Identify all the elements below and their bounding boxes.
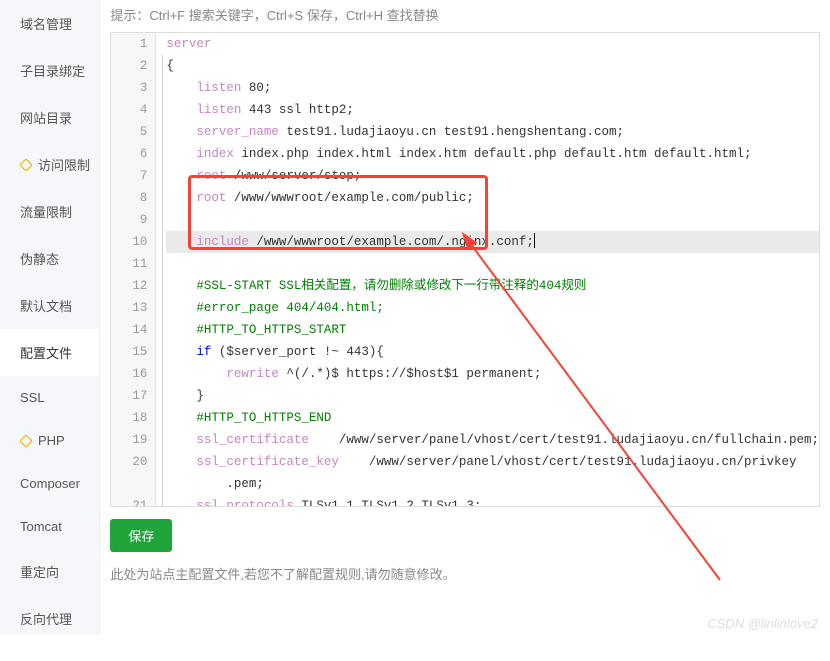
code-line[interactable]: include /www/wwwroot/example.com/.nginx.…: [166, 231, 819, 253]
code-line[interactable]: {: [166, 55, 819, 77]
line-number: 7: [111, 165, 147, 187]
sidebar-item-label: 网站目录: [20, 108, 72, 127]
line-number: 21: [111, 495, 147, 507]
line-number: 1: [111, 33, 147, 55]
sidebar-item-label: 域名管理: [20, 14, 72, 33]
code-line[interactable]: server_name test91.ludajiaoyu.cn test91.…: [166, 121, 819, 143]
sidebar-item-12[interactable]: 重定向: [0, 548, 99, 595]
diamond-icon: [20, 435, 32, 447]
code-line[interactable]: #HTTP_TO_HTTPS_END: [166, 407, 819, 429]
sidebar-item-0[interactable]: 域名管理: [0, 0, 99, 47]
line-number: 11: [111, 253, 147, 275]
code-line[interactable]: ssl_certificate_key /www/server/panel/vh…: [166, 451, 819, 473]
sidebar-item-10[interactable]: Composer: [0, 462, 99, 505]
code-line[interactable]: #error_page 404/404.html;: [166, 297, 819, 319]
code-line[interactable]: index index.php index.html index.htm def…: [166, 143, 819, 165]
line-number: 18: [111, 407, 147, 429]
sidebar-item-label: 流量限制: [20, 202, 72, 221]
line-number: [111, 473, 147, 495]
sidebar-item-label: 子目录绑定: [20, 61, 85, 80]
code-line[interactable]: ssl_certificate /www/server/panel/vhost/…: [166, 429, 819, 451]
line-number: 12: [111, 275, 147, 297]
code-line[interactable]: listen 80;: [166, 77, 819, 99]
diamond-icon: [20, 159, 32, 171]
sidebar-item-label: 重定向: [20, 562, 59, 581]
sidebar-item-1[interactable]: 子目录绑定: [0, 47, 99, 94]
line-number: 6: [111, 143, 147, 165]
sidebar-item-label: 配置文件: [20, 343, 72, 362]
line-number: 2: [111, 55, 147, 77]
sidebar-item-label: 访问限制: [38, 155, 90, 174]
line-gutter: 123456789101112131415161718192021: [111, 33, 156, 506]
code-line[interactable]: listen 443 ssl http2;: [166, 99, 819, 121]
sidebar-item-9[interactable]: PHP: [0, 419, 99, 462]
watermark: CSDN @linlinlove2: [707, 616, 818, 631]
code-line[interactable]: #HTTP_TO_HTTPS_START: [166, 319, 819, 341]
sidebar-item-4[interactable]: 流量限制: [0, 188, 99, 235]
save-button[interactable]: 保存: [110, 519, 172, 552]
sidebar-item-6[interactable]: 默认文档: [0, 282, 99, 329]
code-line[interactable]: server: [166, 33, 819, 55]
sidebar-item-label: 反向代理: [20, 609, 72, 628]
footer-note: 此处为站点主配置文件,若您不了解配置规则,请勿随意修改。: [110, 564, 820, 583]
sidebar-item-2[interactable]: 网站目录: [0, 94, 99, 141]
line-number: 15: [111, 341, 147, 363]
sidebar-item-label: Composer: [20, 476, 80, 491]
sidebar-item-3[interactable]: 访问限制: [0, 141, 99, 188]
code-line[interactable]: [166, 253, 819, 275]
sidebar-item-5[interactable]: 伪静态: [0, 235, 99, 282]
code-line[interactable]: root /www/server/stop;: [166, 165, 819, 187]
line-number: 5: [111, 121, 147, 143]
sidebar-item-label: PHP: [38, 433, 65, 448]
line-number: 17: [111, 385, 147, 407]
sidebar: 域名管理子目录绑定网站目录访问限制流量限制伪静态默认文档配置文件 SSL PHP Co…: [0, 0, 100, 635]
sidebar-item-label: Tomcat: [20, 519, 62, 534]
line-number: 9: [111, 209, 147, 231]
sidebar-item-8[interactable]: SSL: [0, 376, 99, 419]
code-line[interactable]: rewrite ^(/.*)$ https://$host$1 permanen…: [166, 363, 819, 385]
code-area[interactable]: server{ listen 80; listen 443 ssl http2;…: [156, 33, 819, 506]
code-line[interactable]: if ($server_port !~ 443){: [166, 341, 819, 363]
sidebar-item-11[interactable]: Tomcat: [0, 505, 99, 548]
code-line[interactable]: [166, 209, 819, 231]
sidebar-item-label: 伪静态: [20, 249, 59, 268]
sidebar-item-label: SSL: [20, 390, 45, 405]
hint-text: 提示：Ctrl+F 搜索关键字，Ctrl+S 保存，Ctrl+H 查找替换: [110, 5, 820, 24]
sidebar-item-7[interactable]: 配置文件: [0, 329, 99, 376]
line-number: 19: [111, 429, 147, 451]
line-number: 13: [111, 297, 147, 319]
code-line[interactable]: root /www/wwwroot/example.com/public;: [166, 187, 819, 209]
line-number: 10: [111, 231, 147, 253]
line-number: 3: [111, 77, 147, 99]
main-panel: 提示：Ctrl+F 搜索关键字，Ctrl+S 保存，Ctrl+H 查找替换 12…: [100, 0, 830, 635]
code-line[interactable]: #SSL-START SSL相关配置，请勿删除或修改下一行带注释的404规则: [166, 275, 819, 297]
line-number: 14: [111, 319, 147, 341]
sidebar-item-label: 默认文档: [20, 296, 72, 315]
text-cursor: [534, 233, 535, 248]
line-number: 8: [111, 187, 147, 209]
code-line[interactable]: }: [166, 385, 819, 407]
line-number: 20: [111, 451, 147, 473]
code-editor[interactable]: 123456789101112131415161718192021 server…: [110, 32, 820, 507]
line-number: 4: [111, 99, 147, 121]
line-number: 16: [111, 363, 147, 385]
code-line[interactable]: ssl_protocols TLSv1.1 TLSv1.2 TLSv1.3;: [166, 495, 819, 506]
code-line[interactable]: .pem;: [166, 473, 819, 495]
